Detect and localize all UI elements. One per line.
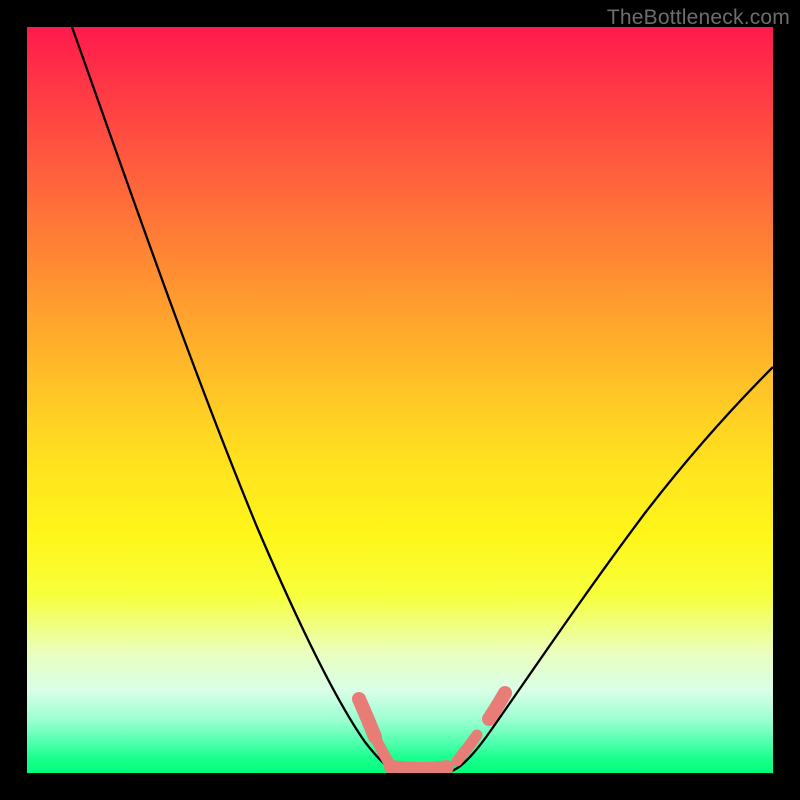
watermark-text: TheBottleneck.com xyxy=(607,6,790,30)
scribble-valley-floor xyxy=(391,767,447,769)
plot-area xyxy=(27,27,773,773)
scribble-right-ascent-lower xyxy=(457,735,477,761)
chart-frame: TheBottleneck.com xyxy=(0,0,800,800)
left-branch-curve xyxy=(72,27,395,771)
scribble-left-descent xyxy=(359,699,375,737)
annotation-scribbles xyxy=(359,693,505,769)
curve-layer xyxy=(27,27,773,773)
